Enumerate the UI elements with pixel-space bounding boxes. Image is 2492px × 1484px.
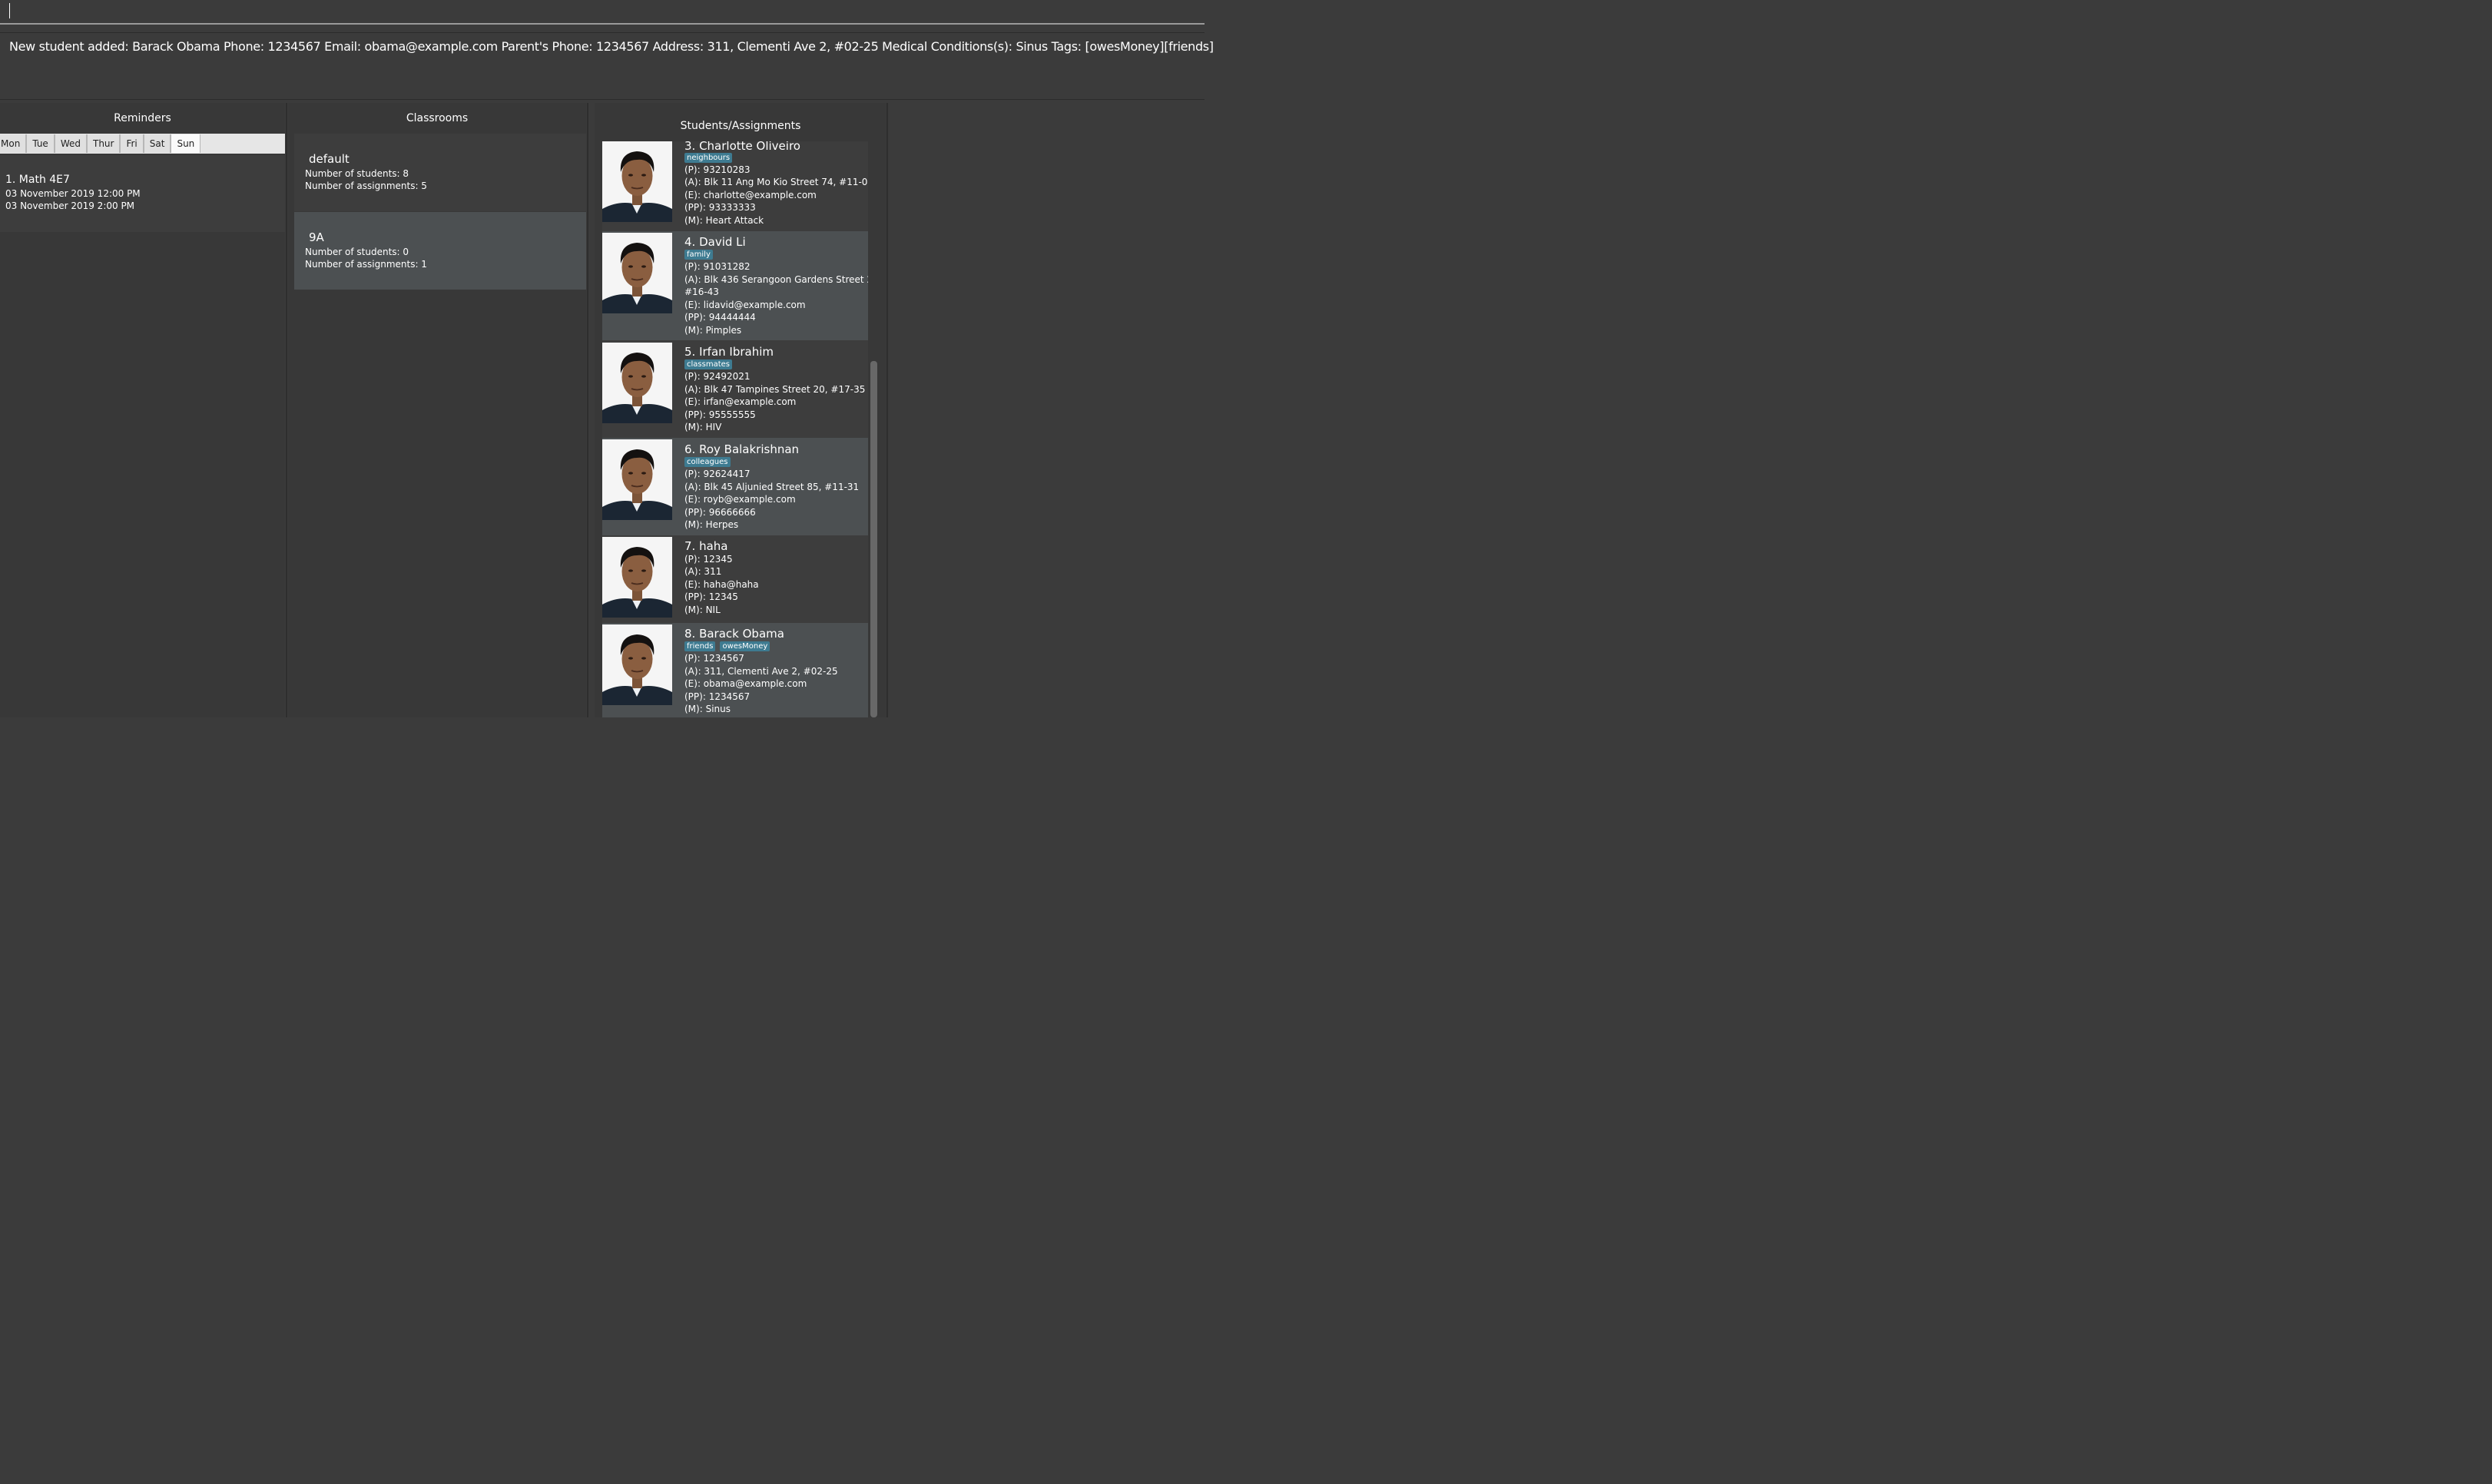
student-parent-phone: (PP): 1234567 [684, 691, 751, 702]
command-box[interactable] [0, 0, 1205, 25]
panel-divider [286, 103, 287, 717]
reminders-title: Reminders [114, 112, 171, 124]
student-medical: (M): HIV [684, 422, 722, 432]
student-address: (A): Blk 47 Tampines Street 20, #17-35 [684, 384, 866, 395]
student-photo [602, 343, 672, 423]
student-medical: (M): NIL [684, 605, 721, 615]
students-title: Students/Assignments [680, 120, 801, 132]
student-photo [602, 624, 672, 705]
classroom-student-count: Number of students: 8 [305, 168, 409, 179]
day-tab-wed[interactable]: Wed [54, 134, 87, 153]
day-tab-sat[interactable]: Sat [143, 134, 171, 153]
student-name: 8. Barack Obama [684, 627, 784, 641]
classroom-assignment-count: Number of assignments: 5 [305, 181, 427, 191]
student-list-scrollbar[interactable] [870, 361, 877, 717]
student-parent-phone: (PP): 93333333 [684, 202, 756, 213]
student-name: 5. Irfan Ibrahim [684, 345, 774, 359]
student-parent-phone: (PP): 95555555 [684, 409, 756, 420]
tag-badge: classmates [684, 359, 732, 369]
tag-badge: colleagues [684, 457, 731, 467]
student-name: 3. Charlotte Oliveiro [684, 141, 800, 153]
classroom-item-9a[interactable]: 9A Number of students: 0 Number of assig… [294, 212, 586, 290]
classroom-name: 9A [309, 230, 324, 244]
student-photo [602, 141, 672, 222]
student-email: (E): lidavid@example.com [684, 300, 806, 310]
student-tags: colleagues [684, 457, 731, 467]
student-medical: (M): Heart Attack [684, 215, 764, 226]
student-photo [602, 439, 672, 520]
panel-divider [886, 103, 888, 717]
classroom-item-default[interactable]: default Number of students: 8 Number of … [294, 134, 586, 211]
day-tab-thur[interactable]: Thur [86, 134, 121, 153]
tag-badge: owesMoney [720, 641, 770, 651]
student-medical: (M): Herpes [684, 519, 739, 530]
student-phone: (P): 91031282 [684, 261, 751, 272]
student-medical: (M): Sinus [684, 704, 731, 714]
day-tab-sun[interactable]: Sun [171, 134, 201, 153]
student-address: (A): Blk 436 Serangoon Gardens Street 26… [684, 274, 868, 285]
student-phone: (P): 92624417 [684, 469, 751, 479]
student-card[interactable]: 6. Roy Balakrishnan colleagues (P): 9262… [602, 438, 868, 535]
student-parent-phone: (PP): 94444444 [684, 312, 756, 323]
reminder-title: 1. Math 4E7 [5, 174, 70, 186]
result-display: New student added: Barack Obama Phone: 1… [0, 32, 1214, 100]
student-card[interactable]: 4. David Li family (P): 91031282 (A): Bl… [602, 231, 868, 340]
student-address-cont: #16-43 [684, 287, 719, 297]
student-email: (E): haha@haha [684, 579, 759, 590]
classroom-assignment-count: Number of assignments: 1 [305, 259, 427, 270]
tag-badge: friends [684, 641, 716, 651]
result-text: New student added: Barack Obama Phone: 1… [9, 39, 1214, 54]
tag-badge: neighbours [684, 153, 733, 163]
student-name: 6. Roy Balakrishnan [684, 442, 800, 456]
classroom-name: default [309, 152, 350, 166]
reminder-start: 03 November 2019 12:00 PM [5, 188, 141, 199]
student-tags: classmates [684, 359, 732, 369]
classroom-student-count: Number of students: 0 [305, 247, 409, 257]
student-address: (A): 311, Clementi Ave 2, #02-25 [684, 666, 838, 677]
student-card[interactable]: 5. Irfan Ibrahim classmates (P): 9249202… [602, 340, 868, 438]
student-card[interactable]: 7. haha (P): 12345 (A): 311 (E): haha@ha… [602, 535, 868, 623]
day-tab-mon[interactable]: Mon [0, 134, 27, 153]
student-tags: neighbours [684, 153, 733, 163]
reminder-item[interactable]: 1. Math 4E7 03 November 2019 12:00 PM 03… [0, 155, 285, 232]
text-caret [9, 3, 10, 18]
student-card[interactable]: 8. Barack Obama friends owesMoney (P): 1… [602, 623, 868, 717]
day-tab-fri[interactable]: Fri [120, 134, 144, 153]
day-tabs: Mon Tue Wed Thur Fri Sat Sun [0, 134, 285, 154]
panel-divider [587, 103, 588, 717]
day-tab-tue[interactable]: Tue [26, 134, 55, 153]
student-email: (E): irfan@example.com [684, 396, 797, 407]
student-name: 4. David Li [684, 235, 746, 249]
student-medical: (M): Pimples [684, 325, 742, 336]
student-parent-phone: (PP): 12345 [684, 591, 738, 602]
command-input[interactable] [5, 2, 1195, 19]
student-name: 7. haha [684, 539, 728, 553]
student-phone: (P): 12345 [684, 554, 733, 565]
student-address: (A): 311 [684, 566, 722, 577]
student-email: (E): obama@example.com [684, 678, 807, 689]
tag-badge: family [684, 250, 713, 260]
reminder-end: 03 November 2019 2:00 PM [5, 200, 135, 211]
classrooms-title: Classrooms [406, 112, 469, 124]
student-email: (E): charlotte@example.com [684, 190, 817, 200]
student-parent-phone: (PP): 96666666 [684, 507, 756, 518]
student-address: (A): Blk 45 Aljunied Street 85, #11-31 [684, 482, 860, 492]
student-email: (E): royb@example.com [684, 494, 796, 505]
student-address: (A): Blk 11 Ang Mo Kio Street 74, #11-04 [684, 177, 868, 187]
student-photo [602, 537, 672, 618]
student-card[interactable]: 3. Charlotte Oliveiro neighbours (P): 93… [602, 141, 868, 231]
student-tags: family [684, 250, 713, 260]
student-tags: friends owesMoney [684, 641, 770, 651]
student-phone: (P): 92492021 [684, 371, 751, 382]
student-phone: (P): 93210283 [684, 164, 751, 175]
student-photo [602, 233, 672, 313]
student-phone: (P): 1234567 [684, 653, 744, 664]
